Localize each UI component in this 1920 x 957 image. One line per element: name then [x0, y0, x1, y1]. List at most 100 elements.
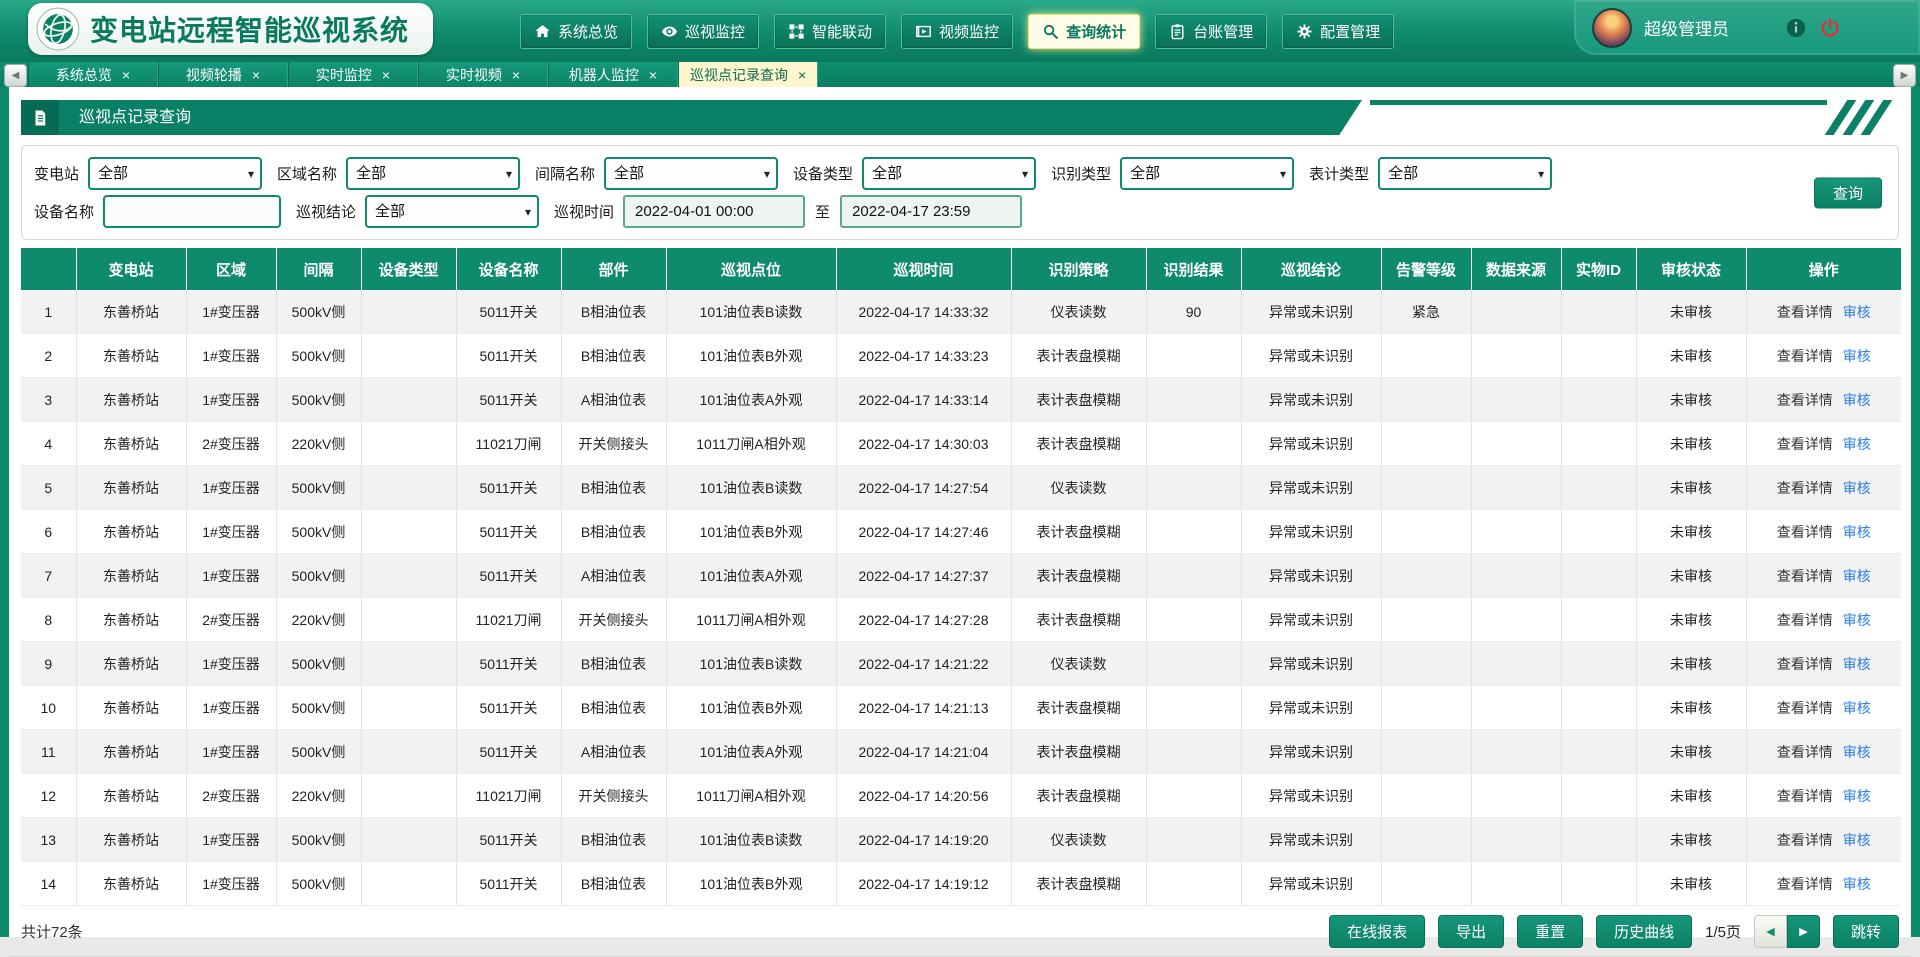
time-to-input[interactable]: [840, 195, 1022, 228]
nav-button[interactable]: 配置管理: [1282, 14, 1394, 49]
avatar[interactable]: [1592, 8, 1632, 48]
info-icon[interactable]: [1785, 17, 1807, 39]
audit-link[interactable]: 审核: [1843, 656, 1871, 672]
cell-conclusion: 异常或未识别: [1241, 378, 1381, 422]
filter-select[interactable]: 全部: [862, 157, 1036, 190]
filter-select[interactable]: 全部: [88, 157, 262, 190]
page-indicator: 1/5页: [1705, 921, 1741, 942]
tab-close-icon[interactable]: ×: [649, 68, 657, 82]
audit-link[interactable]: 审核: [1843, 392, 1871, 408]
view-detail-link[interactable]: 查看详情: [1777, 392, 1833, 408]
view-detail-link[interactable]: 查看详情: [1777, 304, 1833, 320]
view-detail-link[interactable]: 查看详情: [1777, 788, 1833, 804]
cell-conclusion: 异常或未识别: [1241, 642, 1381, 686]
time-from-input[interactable]: [623, 195, 805, 228]
view-detail-link[interactable]: 查看详情: [1777, 568, 1833, 584]
tab-close-icon[interactable]: ×: [382, 68, 390, 82]
view-detail-link[interactable]: 查看详情: [1777, 832, 1833, 848]
audit-link[interactable]: 审核: [1843, 568, 1871, 584]
cell-device-type: [361, 510, 456, 554]
cell-audit-status: 未审核: [1636, 730, 1746, 774]
view-detail-link[interactable]: 查看详情: [1777, 744, 1833, 760]
audit-link[interactable]: 审核: [1843, 480, 1871, 496]
tab[interactable]: 实时监控 ×: [288, 62, 418, 87]
cell-device-type: [361, 818, 456, 862]
view-detail-link[interactable]: 查看详情: [1777, 656, 1833, 672]
nav-button[interactable]: 台账管理: [1155, 14, 1267, 49]
footer-button[interactable]: 历史曲线: [1596, 915, 1692, 948]
cell-physical-id: [1561, 818, 1636, 862]
footer-button[interactable]: 在线报表: [1329, 915, 1425, 948]
filter-select[interactable]: 全部: [604, 157, 778, 190]
cell-device-type: [361, 686, 456, 730]
cell-point: 1011刀闸A相外观: [666, 774, 836, 818]
tab-close-icon[interactable]: ×: [512, 68, 520, 82]
audit-link[interactable]: 审核: [1843, 524, 1871, 540]
view-detail-link[interactable]: 查看详情: [1777, 524, 1833, 540]
tab[interactable]: 巡视点记录查询 ×: [678, 62, 818, 87]
table-row: 1 东善桥站 1#变压器 500kV侧 5011开关 B相油位表 101油位表B…: [21, 290, 1901, 334]
view-detail-link[interactable]: 查看详情: [1777, 348, 1833, 364]
tab-close-icon[interactable]: ×: [252, 68, 260, 82]
audit-link[interactable]: 审核: [1843, 436, 1871, 452]
nav-button[interactable]: 视频监控: [901, 14, 1013, 49]
next-page-icon[interactable]: ▶: [1787, 915, 1820, 948]
power-icon[interactable]: [1819, 17, 1841, 39]
cell-data-source: [1471, 378, 1561, 422]
tab-scroll-left-icon[interactable]: ◀: [4, 64, 27, 87]
cell-point: 101油位表B读数: [666, 818, 836, 862]
cell-part: A相油位表: [561, 378, 666, 422]
tab[interactable]: 机器人监控 ×: [548, 62, 678, 87]
nav-button[interactable]: 智能联动: [774, 14, 886, 49]
conclusion-select[interactable]: 全部: [365, 195, 539, 228]
filter-select[interactable]: 全部: [346, 157, 520, 190]
cell-conclusion: 异常或未识别: [1241, 554, 1381, 598]
audit-link[interactable]: 审核: [1843, 832, 1871, 848]
tab-close-icon[interactable]: ×: [798, 68, 806, 82]
view-detail-link[interactable]: 查看详情: [1777, 480, 1833, 496]
audit-link[interactable]: 审核: [1843, 744, 1871, 760]
footer-button[interactable]: 重置: [1517, 915, 1583, 948]
footer-button[interactable]: 导出: [1438, 915, 1504, 948]
cell-result: [1146, 554, 1241, 598]
audit-link[interactable]: 审核: [1843, 700, 1871, 716]
view-detail-link[interactable]: 查看详情: [1777, 876, 1833, 892]
view-detail-link[interactable]: 查看详情: [1777, 612, 1833, 628]
cell-point: 101油位表A外观: [666, 378, 836, 422]
tab[interactable]: 系统总览 ×: [28, 62, 158, 87]
cell-physical-id: [1561, 466, 1636, 510]
device-name-input[interactable]: [103, 195, 281, 228]
jump-button[interactable]: 跳转: [1833, 915, 1899, 948]
nav-button[interactable]: 系统总览: [520, 14, 632, 49]
filter-select[interactable]: 全部: [1378, 157, 1552, 190]
table-row: 6 东善桥站 1#变压器 500kV侧 5011开关 B相油位表 101油位表B…: [21, 510, 1901, 554]
cell-device-type: [361, 466, 456, 510]
audit-link[interactable]: 审核: [1843, 348, 1871, 364]
query-button[interactable]: 查询: [1814, 177, 1882, 208]
tab-scroll-right-icon[interactable]: ▶: [1893, 64, 1916, 87]
nav-button[interactable]: 查询统计: [1028, 14, 1140, 49]
table-row: 11 东善桥站 1#变压器 500kV侧 5011开关 A相油位表 101油位表…: [21, 730, 1901, 774]
audit-link[interactable]: 审核: [1843, 612, 1871, 628]
view-detail-link[interactable]: 查看详情: [1777, 436, 1833, 452]
audit-link[interactable]: 审核: [1843, 304, 1871, 320]
cell-point: 101油位表B外观: [666, 510, 836, 554]
column-header: 部件: [561, 248, 666, 290]
cell-alarm-level: 紧急: [1381, 290, 1471, 334]
cell-alarm-level: [1381, 554, 1471, 598]
nav-button[interactable]: 巡视监控: [647, 14, 759, 49]
filter-select[interactable]: 全部: [1120, 157, 1294, 190]
view-detail-link[interactable]: 查看详情: [1777, 700, 1833, 716]
filter-row-2: 设备名称 巡视结论 全部 ▾ 巡视时间 至: [34, 195, 1886, 228]
tab[interactable]: 实时视频 ×: [418, 62, 548, 87]
prev-page-icon[interactable]: ◀: [1754, 915, 1787, 948]
titlebar-decor: [21, 100, 1336, 135]
cell-device-name: 5011开关: [456, 686, 561, 730]
tab[interactable]: 视频轮播 ×: [158, 62, 288, 87]
audit-link[interactable]: 审核: [1843, 788, 1871, 804]
audit-link[interactable]: 审核: [1843, 876, 1871, 892]
column-header: 数据来源: [1471, 248, 1561, 290]
cell-part: A相油位表: [561, 554, 666, 598]
tab-close-icon[interactable]: ×: [122, 68, 130, 82]
cell-no: 5: [21, 466, 76, 510]
